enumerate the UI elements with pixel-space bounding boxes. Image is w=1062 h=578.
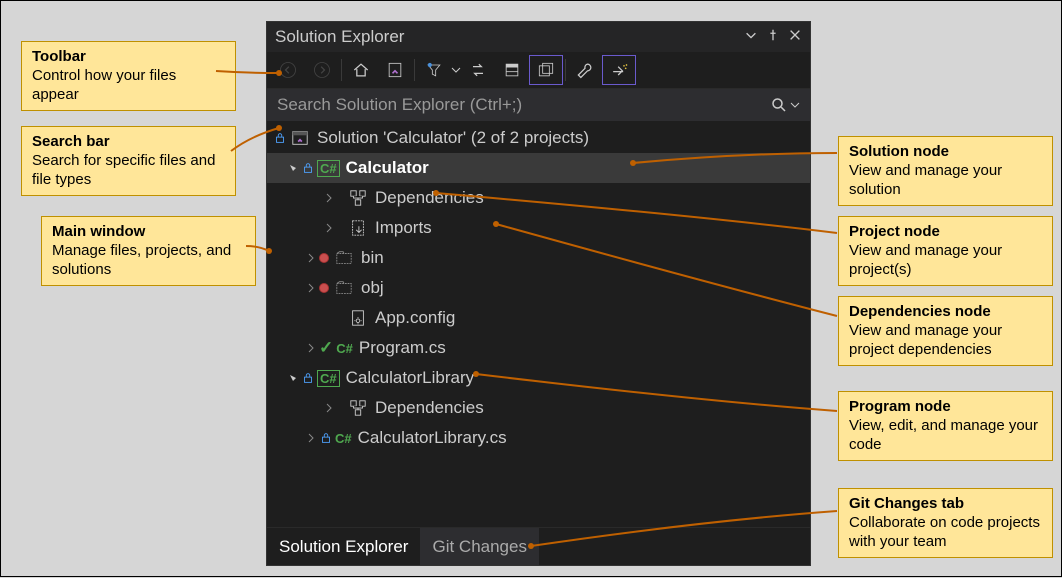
csharp-project-icon: C# (317, 160, 340, 177)
node-label: bin (361, 248, 384, 268)
refresh-button[interactable] (495, 55, 529, 85)
appconfig-file-node[interactable]: App.config (267, 303, 810, 333)
dependencies-icon (347, 399, 369, 417)
panel-title: Solution Explorer (275, 27, 404, 47)
callout-solution-node: Solution node View and manage your solut… (838, 136, 1053, 206)
callout-desc: Manage files, projects, and solutions (52, 242, 245, 280)
node-label: CalculatorLibrary.cs (358, 428, 507, 448)
solution-explorer-panel: Solution Explorer (266, 21, 811, 566)
toolbar (267, 52, 810, 89)
dependencies-node-lib[interactable]: Dependencies (267, 393, 810, 423)
expander-open-icon[interactable] (285, 373, 301, 383)
solution-node[interactable]: Solution 'Calculator' (2 of 2 projects) (267, 123, 810, 153)
bin-folder-node[interactable]: bin (267, 243, 810, 273)
node-label: Program.cs (359, 338, 446, 358)
expander-open-icon[interactable] (285, 163, 301, 173)
expander-closed-icon[interactable] (303, 283, 319, 293)
config-file-icon (347, 309, 369, 327)
callout-title: Toolbar (32, 48, 225, 67)
expander-closed-icon[interactable] (303, 343, 319, 353)
solution-label: Solution 'Calculator' (2 of 2 projects) (317, 128, 589, 148)
preview-selected-button[interactable] (602, 55, 636, 85)
csharp-file-icon: C# (335, 431, 352, 446)
callout-title: Dependencies node (849, 303, 1042, 322)
expander-closed-icon[interactable] (321, 223, 337, 233)
callout-git-tab: Git Changes tab Collaborate on code proj… (838, 488, 1053, 558)
callout-program-node: Program node View, edit, and manage your… (838, 391, 1053, 461)
imports-icon (347, 219, 369, 237)
expander-closed-icon[interactable] (321, 403, 337, 413)
project-label: CalculatorLibrary (346, 368, 475, 388)
callout-desc: Search for specific files and file types (32, 152, 225, 190)
lock-icon (301, 161, 315, 175)
solution-icon (289, 129, 311, 147)
collapse-all-button[interactable] (529, 55, 563, 85)
callout-title: Main window (52, 223, 245, 242)
properties-button[interactable] (568, 55, 602, 85)
program-file-node[interactable]: ✓ C# Program.cs (267, 333, 810, 363)
window-dropdown-icon[interactable] (744, 27, 758, 47)
project-label: Calculator (346, 158, 429, 178)
tab-git-changes[interactable]: Git Changes (420, 528, 539, 565)
callout-title: Git Changes tab (849, 495, 1042, 514)
tree-view[interactable]: Solution 'Calculator' (2 of 2 projects) … (267, 121, 810, 527)
search-bar[interactable] (267, 89, 810, 121)
node-label: Dependencies (375, 188, 484, 208)
bottom-tabs: Solution Explorer Git Changes (267, 527, 810, 565)
sync-with-active-button[interactable] (461, 55, 495, 85)
callout-desc: View and manage your project dependencie… (849, 322, 1042, 360)
expander-closed-icon[interactable] (321, 193, 337, 203)
excluded-indicator-icon (319, 253, 329, 263)
callout-main: Main window Manage files, projects, and … (41, 216, 256, 286)
callout-project-node: Project node View and manage your projec… (838, 216, 1053, 286)
node-label: App.config (375, 308, 455, 328)
excluded-indicator-icon (319, 283, 329, 293)
lock-icon (319, 431, 333, 445)
callout-desc: Collaborate on code projects with your t… (849, 514, 1042, 552)
tab-solution-explorer[interactable]: Solution Explorer (267, 528, 420, 565)
node-label: Dependencies (375, 398, 484, 418)
csharp-project-icon: C# (317, 370, 340, 387)
filter-dropdown-icon[interactable] (451, 65, 461, 75)
callout-title: Search bar (32, 133, 225, 152)
node-label: Imports (375, 218, 432, 238)
imports-node[interactable]: Imports (267, 213, 810, 243)
search-button[interactable] (770, 96, 800, 114)
library-file-node[interactable]: C# CalculatorLibrary.cs (267, 423, 810, 453)
lock-icon (301, 371, 315, 385)
callout-title: Program node (849, 398, 1042, 417)
pending-changes-filter-button[interactable] (417, 55, 451, 85)
csharp-file-icon: C# (336, 341, 353, 356)
dependencies-icon (347, 189, 369, 207)
callout-desc: View and manage your solution (849, 162, 1042, 200)
callout-desc: View and manage your project(s) (849, 242, 1042, 280)
callout-deps-node: Dependencies node View and manage your p… (838, 296, 1053, 366)
callout-title: Solution node (849, 143, 1042, 162)
callout-search: Search bar Search for specific files and… (21, 126, 236, 196)
node-label: obj (361, 278, 384, 298)
search-input[interactable] (277, 95, 770, 115)
expander-closed-icon[interactable] (303, 433, 319, 443)
hidden-folder-icon (333, 249, 355, 267)
forward-button (305, 55, 339, 85)
titlebar: Solution Explorer (267, 22, 810, 52)
dependencies-node[interactable]: Dependencies (267, 183, 810, 213)
obj-folder-node[interactable]: obj (267, 273, 810, 303)
pin-icon[interactable] (766, 27, 780, 47)
expander-closed-icon[interactable] (303, 253, 319, 263)
callout-desc: Control how your files appear (32, 67, 225, 105)
checked-in-icon: ✓ (319, 338, 333, 358)
back-button (271, 55, 305, 85)
hidden-folder-icon (333, 279, 355, 297)
home-button[interactable] (344, 55, 378, 85)
callout-toolbar: Toolbar Control how your files appear (21, 41, 236, 111)
project-node-calculator[interactable]: C# Calculator (267, 153, 810, 183)
callout-title: Project node (849, 223, 1042, 242)
close-icon[interactable] (788, 27, 802, 47)
lock-icon (273, 131, 287, 145)
callout-desc: View, edit, and manage your code (849, 417, 1042, 455)
project-node-calculatorlibrary[interactable]: C# CalculatorLibrary (267, 363, 810, 393)
switch-views-button[interactable] (378, 55, 412, 85)
